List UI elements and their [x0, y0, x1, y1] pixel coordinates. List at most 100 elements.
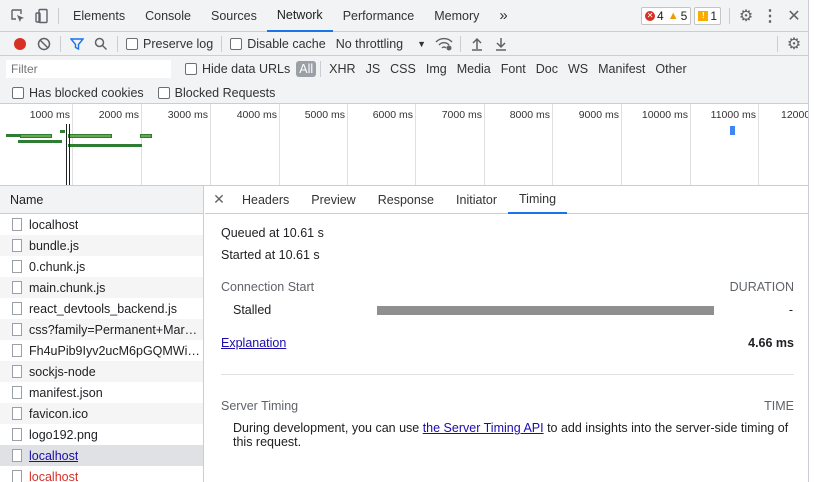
tab-response[interactable]: Response: [367, 186, 445, 214]
tab-memory[interactable]: Memory: [424, 0, 489, 32]
close-icon[interactable]: ✕: [782, 4, 806, 28]
info-counter[interactable]: ! 1: [694, 6, 721, 25]
settings-gear-icon[interactable]: ⚙: [734, 4, 758, 28]
stalled-label: Stalled: [233, 303, 272, 317]
document-icon: [12, 428, 22, 441]
request-row[interactable]: logo192.png: [0, 424, 203, 445]
document-icon: [12, 449, 22, 462]
tab-console[interactable]: Console: [135, 0, 201, 32]
overview-tick: 10000 ms: [622, 104, 691, 185]
request-name: react_devtools_backend.js: [29, 301, 178, 316]
request-row[interactable]: bundle.js: [0, 235, 203, 256]
import-har-icon[interactable]: [465, 32, 489, 56]
checkbox-box[interactable]: [157, 86, 170, 99]
network-settings-gear-icon[interactable]: ⚙: [782, 32, 806, 56]
document-icon: [12, 323, 22, 336]
request-row[interactable]: react_devtools_backend.js: [0, 298, 203, 319]
tab-performance[interactable]: Performance: [333, 0, 425, 32]
type-filter-all[interactable]: All: [296, 61, 317, 77]
type-filter-ws[interactable]: WS: [564, 62, 592, 76]
has-blocked-cookies-checkbox[interactable]: Has blocked cookies: [12, 86, 144, 100]
type-filter-media[interactable]: Media: [453, 62, 495, 76]
close-detail-icon[interactable]: ✕: [207, 191, 231, 208]
checkbox-box[interactable]: [126, 37, 138, 50]
checkbox-box[interactable]: [12, 86, 24, 99]
request-row[interactable]: manifest.json: [0, 382, 203, 403]
server-timing-api-link[interactable]: the Server Timing API: [423, 421, 544, 435]
document-icon: [12, 302, 22, 315]
request-row[interactable]: main.chunk.js: [0, 277, 203, 298]
checkbox-box[interactable]: [185, 63, 197, 75]
record-icon[interactable]: [8, 32, 32, 56]
explanation-link[interactable]: Explanation: [221, 336, 286, 350]
info-icon: !: [698, 10, 709, 21]
type-filter-xhr[interactable]: XHR: [325, 62, 359, 76]
export-har-icon[interactable]: [489, 32, 513, 56]
request-name: favicon.ico: [29, 406, 89, 421]
request-name: Fh4uPib9Iyv2ucM6pGQMWi…: [29, 343, 200, 358]
checkbox-box[interactable]: [230, 37, 243, 50]
request-row[interactable]: css?family=Permanent+Mark…: [0, 319, 203, 340]
error-icon: ✕: [645, 10, 656, 21]
device-toolbar-icon[interactable]: [30, 4, 54, 28]
overview-tick: 7000 ms: [416, 104, 485, 185]
tab-elements[interactable]: Elements: [63, 0, 135, 32]
request-row[interactable]: localhost: [0, 466, 203, 482]
filter-icon[interactable]: [65, 32, 89, 56]
overview-tick: 1000 ms: [0, 104, 73, 185]
network-overview[interactable]: 1000 ms 2000 ms 3000 ms 4000 ms 5000 ms …: [0, 104, 808, 186]
more-tabs-button[interactable]: »: [489, 0, 517, 32]
name-column-header[interactable]: Name: [0, 186, 203, 214]
separator: [117, 35, 118, 52]
search-icon[interactable]: [89, 32, 113, 56]
request-name: bundle.js: [29, 238, 80, 253]
document-icon: [12, 365, 22, 378]
issues-counter[interactable]: ✕ 4 ▲ 5: [641, 6, 692, 25]
hide-data-urls-checkbox[interactable]: Hide data URLs: [185, 62, 290, 76]
network-conditions-icon[interactable]: [432, 32, 456, 56]
overview-request-bar: [6, 134, 20, 137]
request-row[interactable]: favicon.ico: [0, 403, 203, 424]
throttling-select[interactable]: No throttling ▼: [336, 37, 426, 51]
request-name: css?family=Permanent+Mark…: [29, 322, 203, 337]
tick-label: 2000 ms: [98, 109, 139, 121]
tab-headers[interactable]: Headers: [231, 186, 300, 214]
disable-cache-checkbox[interactable]: Disable cache: [230, 37, 326, 51]
preserve-log-checkbox[interactable]: Preserve log: [126, 37, 213, 51]
tab-timing[interactable]: Timing: [508, 186, 568, 214]
tick-label: 9000 ms: [578, 109, 619, 121]
request-row[interactable]: sockjs-node: [0, 361, 203, 382]
type-filter-other[interactable]: Other: [651, 62, 690, 76]
clear-icon[interactable]: [32, 32, 56, 56]
detail-tabs: ✕ Headers Preview Response Initiator Tim…: [205, 186, 809, 214]
kebab-menu-icon[interactable]: ⋮: [758, 4, 782, 28]
separator: [729, 7, 730, 24]
type-filter-css[interactable]: CSS: [386, 62, 420, 76]
tick-label: 11000 ms: [710, 109, 756, 121]
tab-initiator[interactable]: Initiator: [445, 186, 508, 214]
has-blocked-cookies-label: Has blocked cookies: [29, 85, 144, 100]
tab-sources[interactable]: Sources: [201, 0, 267, 32]
inspect-element-icon[interactable]: [6, 4, 30, 28]
request-row[interactable]: Fh4uPib9Iyv2ucM6pGQMWi…: [0, 340, 203, 361]
type-filter-doc[interactable]: Doc: [532, 62, 562, 76]
network-toolbar: Preserve log Disable cache No throttling…: [0, 32, 808, 56]
type-filter-manifest[interactable]: Manifest: [594, 62, 649, 76]
type-filter-img[interactable]: Img: [422, 62, 451, 76]
started-at-text: Started at 10.61 s: [221, 248, 320, 262]
blocked-requests-checkbox[interactable]: Blocked Requests: [157, 86, 275, 100]
tab-preview[interactable]: Preview: [300, 186, 366, 214]
separator: [221, 35, 223, 52]
filter-input[interactable]: [6, 60, 171, 78]
request-name: sockjs-node: [29, 364, 96, 379]
overview-tick: 3000 ms: [142, 104, 211, 185]
tab-network[interactable]: Network: [266, 0, 333, 32]
request-row[interactable]: localhost: [0, 214, 203, 235]
type-filter-js[interactable]: JS: [362, 62, 385, 76]
document-icon: [12, 386, 22, 399]
time-label: TIME: [764, 399, 794, 413]
overview-load-marker: [69, 124, 70, 185]
request-row[interactable]: 0.chunk.js: [0, 256, 203, 277]
request-row[interactable]: localhost: [0, 445, 203, 466]
type-filter-font[interactable]: Font: [497, 62, 530, 76]
